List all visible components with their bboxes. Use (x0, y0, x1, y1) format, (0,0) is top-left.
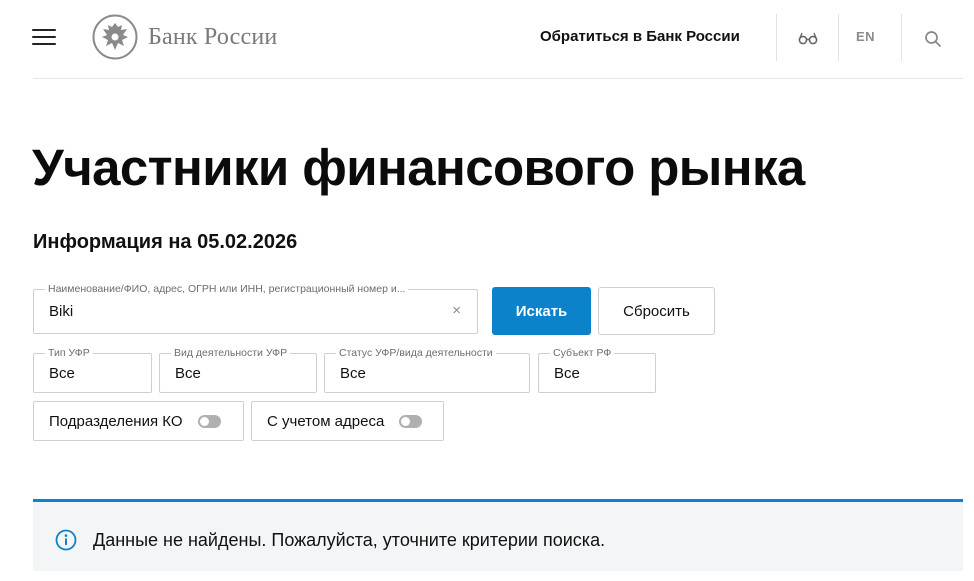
notice-text: Данные не найдены. Пожалуйста, уточните … (93, 530, 606, 550)
clear-icon[interactable]: × (452, 303, 461, 319)
bank-emblem-icon (92, 14, 138, 60)
filter-value: Все (554, 365, 580, 382)
filter-activity-type[interactable]: Вид деятельности УФР Все (159, 347, 317, 393)
search-input-value[interactable]: Biki (49, 303, 73, 320)
search-input-legend: Наименование/ФИО, адрес, ОГРН или ИНН, р… (45, 283, 409, 296)
filter-value: Все (340, 365, 366, 382)
language-switch[interactable]: EN (856, 29, 875, 44)
page-title: Участники финансового рынка (32, 139, 805, 196)
page: Банк России Обратиться в Банк России EN … (0, 0, 974, 581)
filter-legend: Статус УФР/вида деятельности (336, 347, 496, 360)
filter-legend: Вид деятельности УФР (171, 347, 291, 360)
site-header: Банк России Обратиться в Банк России EN (0, 0, 974, 78)
header-divider (838, 14, 839, 61)
accessibility-button[interactable] (790, 26, 826, 50)
glasses-icon (798, 32, 818, 45)
filter-value: Все (49, 365, 75, 382)
header-divider (901, 14, 902, 61)
header-divider (776, 14, 777, 61)
filter-legend: Субъект РФ (550, 347, 615, 360)
contact-bank-link[interactable]: Обратиться в Банк России (540, 28, 740, 45)
toggle-label: Подразделения КО (49, 412, 183, 430)
search-input[interactable]: Наименование/ФИО, адрес, ОГРН или ИНН, р… (33, 283, 478, 334)
filter-ufr-type[interactable]: Тип УФР Все (33, 347, 152, 393)
logo[interactable]: Банк России (92, 14, 277, 60)
toggle-address[interactable]: С учетом адреса (251, 401, 444, 441)
header-divider-line (33, 78, 963, 79)
logo-text: Банк России (148, 23, 278, 50)
filter-value: Все (175, 365, 201, 382)
info-date: Информация на 05.02.2026 (33, 231, 298, 253)
search-button[interactable]: Искать (492, 287, 591, 335)
toggle-switch[interactable] (399, 414, 423, 428)
toggle-label: С учетом адреса (267, 412, 385, 430)
filter-status[interactable]: Статус УФР/вида деятельности Все (324, 347, 530, 393)
menu-icon[interactable] (32, 27, 56, 47)
search-icon (925, 31, 941, 47)
no-results-notice: Данные не найдены. Пожалуйста, уточните … (33, 499, 963, 571)
info-icon (55, 529, 77, 551)
reset-button[interactable]: Сбросить (598, 287, 715, 335)
filter-region[interactable]: Субъект РФ Все (538, 347, 656, 393)
filter-legend: Тип УФР (45, 347, 93, 360)
toggle-switch[interactable] (197, 414, 221, 428)
header-search-button[interactable] (920, 26, 946, 52)
toggle-branches[interactable]: Подразделения КО (33, 401, 244, 441)
